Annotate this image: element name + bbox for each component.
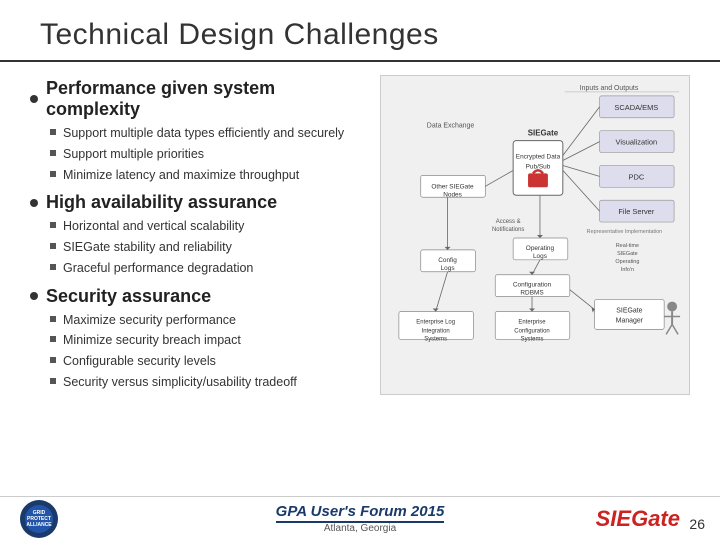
slide-title: Technical Design Challenges [40, 18, 680, 52]
svg-text:Integration: Integration [422, 328, 450, 334]
security-bullets: Maximize security performance Minimize s… [50, 311, 360, 392]
list-item: Security versus simplicity/usability tra… [50, 373, 360, 392]
list-item: Configurable security levels [50, 352, 360, 371]
title-area: Technical Design Challenges [0, 0, 720, 62]
logo-inner: GRIDPROTECTALLIANCE [25, 505, 53, 533]
svg-text:SIEGate: SIEGate [617, 251, 638, 257]
security-bullet-1: Maximize security performance [63, 311, 236, 330]
svg-text:Enterprise Log: Enterprise Log [416, 319, 455, 325]
performance-bullets: Support multiple data types efficiently … [50, 124, 360, 184]
svg-text:RDBMS: RDBMS [520, 290, 543, 297]
svg-text:Nodes: Nodes [443, 191, 462, 198]
security-bullet-4: Security versus simplicity/usability tra… [63, 373, 297, 392]
svg-text:Info'n: Info'n [621, 267, 634, 273]
slide: Technical Design Challenges Performance … [0, 0, 720, 540]
availability-bullets: Horizontal and vertical scalability SIEG… [50, 217, 360, 277]
security-bullet-2: Minimize security breach impact [63, 331, 241, 350]
logo-text: GRIDPROTECTALLIANCE [26, 510, 51, 528]
list-item: Graceful performance degradation [50, 259, 360, 278]
list-item: Support multiple priorities [50, 145, 360, 164]
footer-center: GPA User's Forum 2015 Atlanta, Georgia [276, 503, 445, 534]
sub-bullet-icon [50, 150, 56, 156]
logo-circle: GRIDPROTECTALLIANCE [20, 500, 58, 538]
section-performance-title: Performance given system complexity [46, 78, 360, 120]
svg-text:SIEGate: SIEGate [528, 129, 559, 138]
svg-text:Operating: Operating [526, 245, 555, 252]
footer-location: Atlanta, Georgia [276, 523, 445, 534]
footer-brand: SIEGate [596, 506, 680, 532]
svg-text:Logs: Logs [533, 253, 547, 260]
left-column: Performance given system complexity Supp… [30, 70, 370, 496]
siegate-brand-label: SIEGate [596, 506, 680, 532]
list-item: Maximize security performance [50, 311, 360, 330]
footer: GRIDPROTECTALLIANCE GPA User's Forum 201… [0, 496, 720, 540]
svg-text:Other SIEGate: Other SIEGate [431, 183, 474, 190]
bullet-dot-availability [30, 199, 38, 207]
svg-text:Representative Implementation: Representative Implementation [587, 229, 662, 235]
sub-bullet-icon [50, 129, 56, 135]
right-column: Inputs and Outputs SCADA/EMS Visualizati… [370, 70, 700, 496]
svg-text:Operating: Operating [615, 259, 639, 265]
performance-bullet-1: Support multiple data types efficiently … [63, 124, 344, 143]
svg-text:Enterprise: Enterprise [518, 319, 546, 325]
sub-bullet-icon [50, 316, 56, 322]
svg-text:Systems: Systems [424, 336, 447, 342]
sub-bullet-icon [50, 243, 56, 249]
svg-text:PDC: PDC [628, 172, 644, 181]
footer-logo: GRIDPROTECTALLIANCE [20, 500, 58, 538]
svg-text:Configuration: Configuration [514, 328, 549, 334]
svg-text:File Server: File Server [618, 207, 654, 216]
list-item: Minimize latency and maximize throughput [50, 166, 360, 185]
diagram-svg: Inputs and Outputs SCADA/EMS Visualizati… [381, 76, 689, 394]
bullet-dot-performance [30, 95, 38, 103]
svg-text:SIEGate: SIEGate [616, 307, 642, 314]
svg-text:Inputs and Outputs: Inputs and Outputs [580, 85, 639, 92]
bullet-dot-security [30, 292, 38, 300]
list-item: Support multiple data types efficiently … [50, 124, 360, 143]
svg-text:Access &: Access & [496, 219, 521, 225]
svg-text:Visualization: Visualization [616, 138, 658, 147]
list-item: Minimize security breach impact [50, 331, 360, 350]
section-security-title: Security assurance [46, 286, 211, 307]
svg-text:SCADA/EMS: SCADA/EMS [614, 103, 658, 112]
svg-text:Notifications: Notifications [492, 227, 524, 233]
svg-text:Logs: Logs [441, 265, 455, 272]
availability-bullet-3: Graceful performance degradation [63, 259, 253, 278]
sub-bullet-icon [50, 336, 56, 342]
section-security-header: Security assurance [30, 286, 360, 307]
sub-bullet-icon [50, 264, 56, 270]
section-availability-title: High availability assurance [46, 192, 277, 213]
content-area: Performance given system complexity Supp… [0, 62, 720, 496]
sub-bullet-icon [50, 357, 56, 363]
architecture-diagram: Inputs and Outputs SCADA/EMS Visualizati… [380, 75, 690, 395]
sub-bullet-icon [50, 378, 56, 384]
svg-text:Configuration: Configuration [513, 282, 552, 289]
section-performance-header: Performance given system complexity [30, 78, 360, 120]
list-item: Horizontal and vertical scalability [50, 217, 360, 236]
footer-event-title: GPA User's Forum 2015 [276, 503, 445, 523]
svg-text:Data Exchange: Data Exchange [427, 123, 475, 130]
performance-bullet-3: Minimize latency and maximize throughput [63, 166, 299, 185]
sub-bullet-icon [50, 171, 56, 177]
svg-text:Systems: Systems [521, 336, 544, 342]
sub-bullet-icon [50, 222, 56, 228]
section-availability-header: High availability assurance [30, 192, 360, 213]
svg-text:Real-time: Real-time [616, 243, 639, 249]
security-bullet-3: Configurable security levels [63, 352, 216, 371]
svg-text:Encrypted Data: Encrypted Data [516, 153, 561, 160]
availability-bullet-1: Horizontal and vertical scalability [63, 217, 244, 236]
performance-bullet-2: Support multiple priorities [63, 145, 204, 164]
list-item: SIEGate stability and reliability [50, 238, 360, 257]
svg-text:Manager: Manager [616, 317, 644, 324]
availability-bullet-2: SIEGate stability and reliability [63, 238, 232, 257]
svg-text:Config: Config [438, 257, 457, 264]
page-number: 26 [689, 516, 705, 532]
